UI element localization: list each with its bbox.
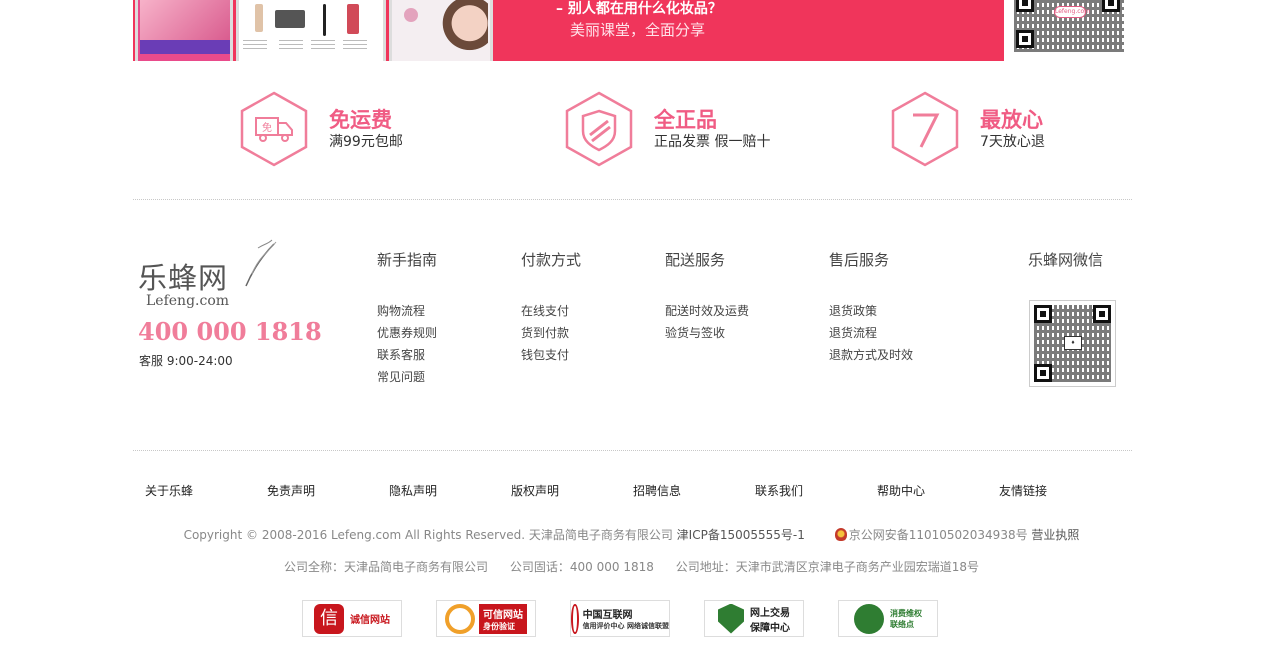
company-address: 公司地址：天津市武清区京津电子商务产业园宏瑞道18号 — [675, 560, 979, 574]
shield-icon — [718, 603, 744, 634]
feature-authentic: 全正品 正品发票 假一赔十 — [565, 91, 770, 167]
police-record-link[interactable]: 京公网安备11010502034938号 — [849, 528, 1028, 542]
footer-logo[interactable]: 乐蜂网 — [138, 255, 228, 297]
footer-link[interactable]: 在线支付 — [521, 300, 581, 322]
column-title: 新手指南 — [377, 251, 438, 269]
feature-free-shipping: 免 免运费 满99元包邮 — [240, 91, 403, 167]
banner-title: – 别人都在用什么化妆品？ — [556, 1, 722, 17]
badge-label: 消费维权 — [890, 608, 922, 618]
business-license-link[interactable]: 营业执照 — [1031, 528, 1079, 542]
nav-link-copyright[interactable]: 版权声明 — [511, 482, 559, 499]
banner-subtitle: 美丽课堂，全面分享 — [570, 21, 706, 39]
footer-column-guide: 新手指南 购物流程 优惠券规则 联系客服 常见问题 — [377, 249, 437, 388]
footer-link[interactable]: 验货与签收 — [665, 322, 749, 344]
feature-title: 全正品 — [654, 108, 717, 132]
feature-subtitle: 满99元包邮 — [329, 134, 403, 150]
badge-label: 可信网站 — [483, 609, 523, 621]
footer-link[interactable]: 联系客服 — [377, 344, 437, 366]
footer-link[interactable]: 钱包支付 — [521, 344, 581, 366]
divider — [133, 450, 1132, 451]
badge-sublabel: 联络点 — [890, 619, 914, 629]
company-phone: 公司固话：400 000 1818 — [509, 560, 654, 574]
footer-column-wechat: 乐蜂网微信 — [1028, 249, 1103, 300]
column-title: 配送服务 — [665, 251, 726, 269]
police-badge-icon — [834, 528, 847, 541]
footer-link[interactable]: 优惠券规则 — [377, 322, 437, 344]
wechat-qr-code: ♦ — [1029, 300, 1116, 387]
bottom-nav: 关于乐蜂 免责声明 隐私声明 版权声明 招聘信息 联系我们 帮助中心 友情链接 — [133, 482, 1132, 502]
footer-link[interactable]: 配送时效及运费 — [665, 300, 749, 322]
company-name: 公司全称：天津品简电子商务有限公司 — [284, 560, 489, 574]
svg-text:免: 免 — [262, 121, 272, 134]
feature-title: 最放心 — [980, 108, 1043, 132]
divider — [133, 199, 1132, 200]
copyright-line: Copyright © 2008-2016 Lefeng.com All Rig… — [0, 526, 1263, 543]
free-shipping-truck-icon: 免 — [240, 91, 308, 167]
butterfly-wing-icon — [245, 239, 277, 287]
footer-column-payment: 付款方式 在线支付 货到付款 钱包支付 — [521, 249, 581, 366]
credit-icon: 信 — [314, 603, 344, 634]
nav-link-contact[interactable]: 联系我们 — [755, 482, 803, 499]
app-screenshot-2 — [236, 0, 386, 61]
footer-link[interactable]: 常见问题 — [377, 366, 437, 388]
copyright-text: Copyright © 2008-2016 Lefeng.com All Rig… — [183, 528, 673, 542]
column-title: 付款方式 — [521, 251, 582, 269]
nav-link-about[interactable]: 关于乐蜂 — [145, 482, 193, 499]
consumer-rights-icon — [854, 603, 884, 634]
seven-day-return-icon — [891, 91, 959, 167]
badge-sublabel: 信用评价中心 网络诚信联盟 — [582, 622, 669, 630]
badge-label: 诚信网站 — [350, 615, 390, 626]
credit-seal-icon — [571, 603, 579, 634]
footer-link[interactable]: 退货流程 — [829, 322, 913, 344]
app-screenshot-1 — [135, 0, 233, 61]
footer-logo-domain: Lefeng.com — [146, 293, 230, 309]
footer-link[interactable]: 货到付款 — [521, 322, 581, 344]
footer-link[interactable]: 退货政策 — [829, 300, 913, 322]
service-hours: 客服 9:00-24:00 — [139, 354, 233, 368]
badge-trusted-site[interactable]: 可信网站 身份验证 — [436, 600, 536, 637]
nav-link-privacy[interactable]: 隐私声明 — [389, 482, 437, 499]
column-title: 售后服务 — [829, 251, 890, 269]
company-info: 公司全称：天津品简电子商务有限公司 公司固话：400 000 1818 公司地址… — [0, 558, 1263, 575]
footer-column-aftersales: 售后服务 退货政策 退货流程 退款方式及时效 — [829, 249, 913, 366]
qr-logo-badge: Lefeng.com — [1054, 6, 1090, 18]
nav-link-jobs[interactable]: 招聘信息 — [633, 482, 681, 499]
hotline-number: 400 000 1818 — [138, 317, 322, 346]
badge-label: 中国互联网 — [582, 610, 633, 621]
feature-subtitle: 7天放心退 — [980, 134, 1045, 150]
footer-link[interactable]: 退款方式及时效 — [829, 344, 913, 366]
badge-label: 网上交易 — [750, 607, 790, 619]
shield-icon — [565, 91, 633, 167]
badge-sublabel: 保障中心 — [750, 622, 790, 634]
footer-link[interactable]: 购物流程 — [377, 300, 437, 322]
badge-credible-site[interactable]: 信 诚信网站 — [302, 600, 402, 637]
promo-banner[interactable]: – 别人都在用什么化妆品？ 美丽课堂，全面分享 Lefeng.com — [0, 0, 1263, 61]
qr-center-logo: ♦ — [1064, 336, 1082, 350]
badge-sublabel: 身份验证 — [483, 621, 515, 631]
trusted-ring-icon — [445, 603, 475, 634]
feature-title: 免运费 — [329, 108, 392, 132]
footer-column-delivery: 配送服务 配送时效及运费 验货与签收 — [665, 249, 749, 344]
nav-link-disclaimer[interactable]: 免责声明 — [267, 482, 315, 499]
app-screenshot-3 — [389, 0, 493, 61]
nav-link-friends[interactable]: 友情链接 — [999, 482, 1047, 499]
icp-link[interactable]: 津ICP备15005555号-1 — [677, 528, 805, 542]
nav-link-help[interactable]: 帮助中心 — [877, 482, 925, 499]
badge-consumer-rights[interactable]: 消费维权 联络点 — [838, 600, 938, 637]
badge-internet-credit[interactable]: 中国互联网 信用评价中心 网络诚信联盟 — [570, 600, 670, 637]
feature-return: 最放心 7天放心退 — [891, 91, 1045, 167]
column-title: 乐蜂网微信 — [1028, 251, 1104, 269]
badge-trade-protection[interactable]: 网上交易 保障中心 — [704, 600, 804, 637]
feature-subtitle: 正品发票 假一赔十 — [654, 134, 771, 150]
banner-qr-code: Lefeng.com — [1004, 0, 1132, 61]
